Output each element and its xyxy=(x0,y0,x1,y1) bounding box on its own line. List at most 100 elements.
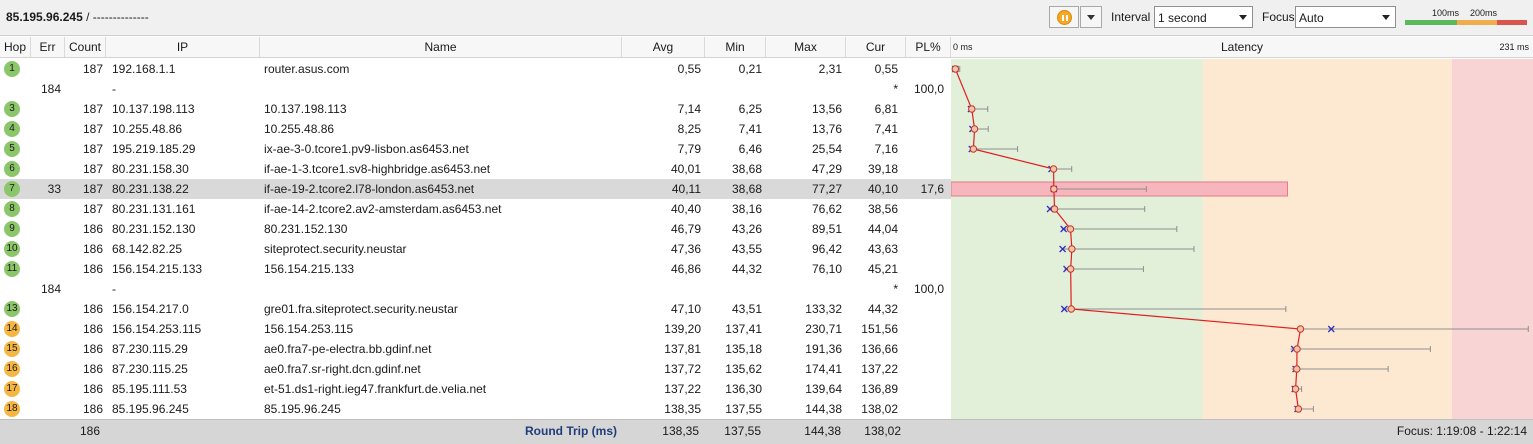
avg-cell: 8,25 xyxy=(677,122,701,136)
hostname-cell: 80.231.152.130 xyxy=(264,222,348,236)
pause-options-dropdown[interactable] xyxy=(1080,6,1102,28)
table-row[interactable]: 14 186 156.154.253.115 156.154.253.115 139,2… xyxy=(0,319,951,339)
focus-select[interactable]: Auto xyxy=(1295,6,1396,28)
latency-chart-svg xyxy=(950,59,1533,419)
hop-number-badge: 3 xyxy=(4,101,20,117)
hostname-cell: ix-ae-3-0.tcore1.pv9-lisbon.as6453.net xyxy=(264,142,469,156)
average-latency-point xyxy=(1294,405,1303,413)
hop-number-badge: 17 xyxy=(4,381,20,397)
avg-cell: 7,79 xyxy=(677,142,701,156)
latency-chart xyxy=(950,59,1533,419)
table-row[interactable]: 184 - * 100,0 xyxy=(0,279,951,299)
table-row[interactable]: 7 33 187 80.231.138.22 if-ae-19-2.tcore2.l78… xyxy=(0,179,951,199)
table-row[interactable]: 8 187 80.231.131.161 if-ae-14-2.tcore2.av2-… xyxy=(0,199,951,219)
table-row[interactable]: 3 187 10.137.198.113 10.137.198.113 7,14 6,25… xyxy=(0,99,951,119)
min-cell: 137,41 xyxy=(725,322,762,336)
table-row[interactable]: 18 186 85.195.96.245 85.195.96.245 138,35 137… xyxy=(0,399,951,419)
pl-cell: 100,0 xyxy=(913,82,944,96)
interval-select[interactable]: 1 second xyxy=(1154,6,1253,28)
latency-min-label: 0 ms xyxy=(953,42,973,52)
cur-cell: 0,55 xyxy=(874,62,898,76)
table-row[interactable]: 6 187 80.231.158.30 if-ae-1-3.tcore1.sv8-hi… xyxy=(0,159,951,179)
interval-label: Interval xyxy=(1111,10,1151,24)
average-latency-point xyxy=(1050,185,1058,193)
max-cell: 13,76 xyxy=(811,122,842,136)
cur-cell: 7,16 xyxy=(874,142,898,156)
target-ip: 85.195.96.245 xyxy=(6,10,83,24)
cur-cell: 138,02 xyxy=(861,402,898,416)
ip-cell: 68.142.82.25 xyxy=(112,242,183,256)
cur-cell: 43,63 xyxy=(867,242,898,256)
err-cell xyxy=(31,139,61,159)
ip-cell: 85.195.96.245 xyxy=(112,402,189,416)
min-cell: 135,62 xyxy=(725,362,762,376)
average-latency-point xyxy=(1291,385,1300,393)
table-row[interactable]: 10 186 68.142.82.25 siteprotect.security.ne… xyxy=(0,239,951,259)
count-cell: 187 xyxy=(82,182,103,196)
col-err[interactable]: Err xyxy=(31,37,65,57)
ip-cell: 80.231.131.161 xyxy=(112,202,196,216)
cur-cell: 44,32 xyxy=(867,302,898,316)
count-cell: 186 xyxy=(82,322,103,336)
hop-table: 1 187 192.168.1.1 router.asus.com 0,55 0,21 2,… xyxy=(0,59,951,419)
avg-cell: 137,72 xyxy=(664,362,701,376)
max-cell: 2,31 xyxy=(818,62,842,76)
chevron-down-icon xyxy=(1087,15,1095,20)
pl-cell xyxy=(906,159,944,179)
col-pl[interactable]: PL% xyxy=(906,37,951,57)
hostname-cell xyxy=(264,79,619,99)
average-latency-point xyxy=(1068,245,1076,253)
max-cell: 191,36 xyxy=(805,342,842,356)
err-cell xyxy=(31,239,61,259)
avg-cell xyxy=(622,79,701,99)
cur-cell: 7,41 xyxy=(874,122,898,136)
column-header: Hop Err Count IP Name Avg Min Max Cur PL… xyxy=(0,37,1533,58)
col-min[interactable]: Min xyxy=(705,37,766,57)
hop-number-badge: 6 xyxy=(4,161,20,177)
table-row[interactable]: 11 186 156.154.215.133 156.154.215.133 46,86… xyxy=(0,259,951,279)
avg-cell: 40,01 xyxy=(670,162,701,176)
pause-button[interactable] xyxy=(1049,6,1079,28)
col-count[interactable]: Count xyxy=(65,37,106,57)
latency-color-legend: 100ms 200ms xyxy=(1405,8,1527,28)
col-avg[interactable]: Avg xyxy=(622,37,705,57)
average-latency-point xyxy=(970,125,979,133)
cur-cell: 39,18 xyxy=(867,162,898,176)
hostname-cell: 10.255.48.86 xyxy=(264,122,335,136)
min-cell: 137,55 xyxy=(725,402,762,416)
col-ip[interactable]: IP xyxy=(106,37,260,57)
hostname-cell: 156.154.253.115 xyxy=(264,322,354,336)
table-row[interactable]: 17 186 85.195.111.53 et-51.ds1-right.ieg47.… xyxy=(0,379,951,399)
count-cell: 187 xyxy=(82,142,103,156)
average-latency-point xyxy=(951,65,960,73)
table-row[interactable]: 5 187 195.219.185.29 ix-ae-3-0.tcore1.pv9-l… xyxy=(0,139,951,159)
hop-number-badge: 9 xyxy=(4,221,20,237)
hostname-cell: gre01.fra.siteprotect.security.neustar xyxy=(264,302,458,316)
ip-cell: 80.231.158.30 xyxy=(112,162,189,176)
table-row[interactable]: 15 186 87.230.115.29 ae0.fra7-pe-electra.bb… xyxy=(0,339,951,359)
hop-number-badge: 15 xyxy=(4,341,20,357)
cur-cell: 45,21 xyxy=(867,262,898,276)
col-max[interactable]: Max xyxy=(766,37,846,57)
pl-cell xyxy=(906,379,944,399)
col-cur[interactable]: Cur xyxy=(846,37,906,57)
table-row[interactable]: 1 187 192.168.1.1 router.asus.com 0,55 0,21 2,… xyxy=(0,59,951,79)
cur-cell: 40,10 xyxy=(867,182,898,196)
col-hop[interactable]: Hop xyxy=(0,37,31,57)
table-row[interactable]: 4 187 10.255.48.86 10.255.48.86 8,25 7,41 13,7… xyxy=(0,119,951,139)
col-name[interactable]: Name xyxy=(260,37,622,57)
table-row[interactable]: 9 186 80.231.152.130 80.231.152.130 46,79 43,… xyxy=(0,219,951,239)
pl-cell xyxy=(906,319,944,339)
table-row[interactable]: 16 186 87.230.115.25 ae0.fra7.sr-right.dcn.… xyxy=(0,359,951,379)
ip-cell: 80.231.152.130 xyxy=(112,222,196,236)
latency-zone-1 xyxy=(1202,59,1452,419)
count-cell: 186 xyxy=(82,382,103,396)
cur-cell: 151,56 xyxy=(861,322,898,336)
max-cell: 77,27 xyxy=(811,182,842,196)
table-row[interactable]: 184 - * 100,0 xyxy=(0,79,951,99)
toolbar: 85.195.96.245 / -------------- Interval … xyxy=(0,0,1533,36)
pause-icon xyxy=(1057,10,1072,25)
err-cell xyxy=(31,359,61,379)
table-row[interactable]: 13 186 156.154.217.0 gre01.fra.siteprotect.… xyxy=(0,299,951,319)
footer-focus-range: Focus: 1:19:08 - 1:22:14 xyxy=(1396,424,1527,438)
